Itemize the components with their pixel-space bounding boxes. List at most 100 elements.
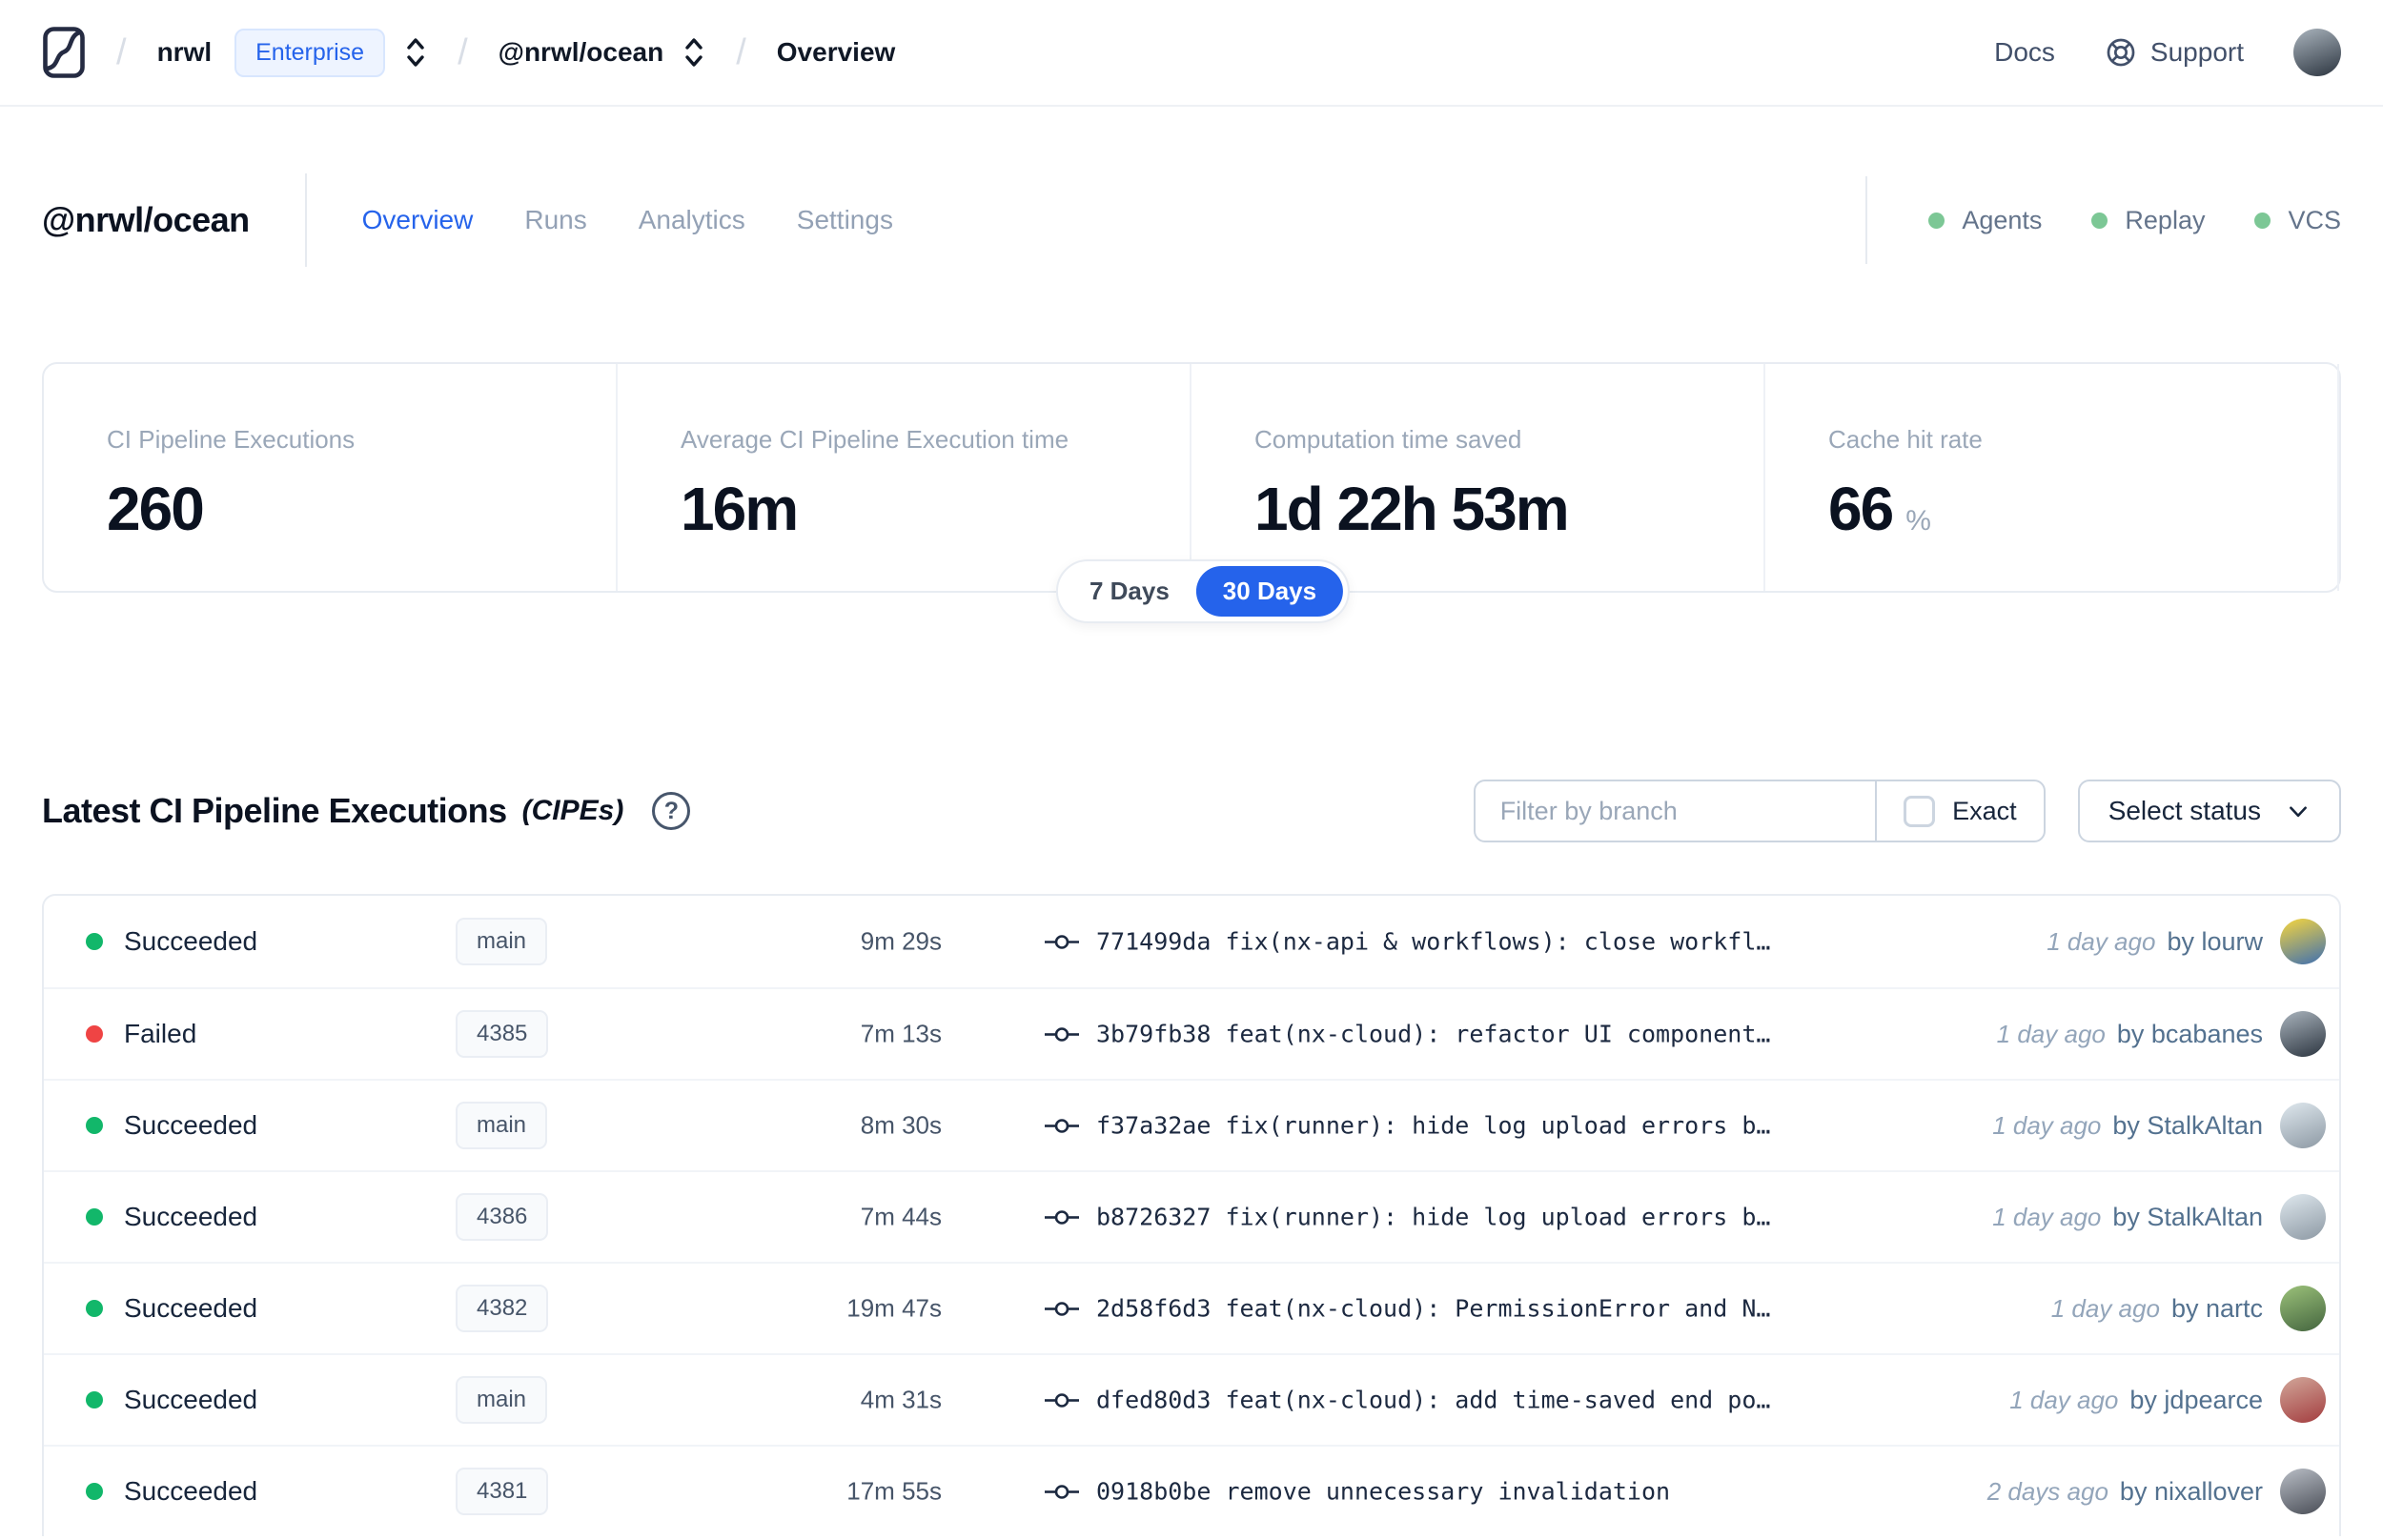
commit-text: dfed80d3 feat(nx-cloud): add time-saved …	[1096, 1387, 1770, 1414]
commit-message: feat(nx-cloud): refactor UI component…	[1225, 1020, 1771, 1048]
status-label: Succeeded	[124, 1476, 258, 1506]
status-label: Succeeded	[124, 1110, 258, 1140]
range-30-days-button[interactable]: 30 Days	[1195, 566, 1344, 617]
table-row[interactable]: Succeeded main 9m 29s 771499da fix(nx-ap…	[44, 896, 2339, 987]
feature-label: VCS	[2288, 205, 2341, 234]
green-dot-icon	[2254, 212, 2271, 229]
commit-icon	[1045, 1392, 1079, 1408]
time-ago: 1 day ago	[1992, 1110, 2102, 1140]
commit-author: by nartc	[2170, 1293, 2263, 1323]
avatar	[2280, 1103, 2326, 1148]
workspace-header: @nrwl/ocean Overview Runs Analytics Sett…	[0, 173, 2383, 267]
time-ago: 1 day ago	[2050, 1293, 2160, 1323]
status-label: Succeeded	[124, 1385, 258, 1414]
breadcrumb-page: Overview	[776, 37, 896, 67]
range-7-days-button[interactable]: 7 Days	[1063, 566, 1196, 617]
commit-icon	[1045, 1026, 1079, 1042]
avatar	[2280, 1194, 2326, 1240]
exact-label: Exact	[1952, 796, 2017, 825]
stat-cache-hit-rate: Cache hit rate 66%	[1765, 364, 2339, 591]
status-label: Succeeded	[124, 926, 258, 956]
time-ago: 2 days ago	[1986, 1476, 2108, 1506]
tab-overview[interactable]: Overview	[362, 205, 474, 235]
select-status-label: Select status	[2108, 796, 2261, 825]
table-row[interactable]: Succeeded main 4m 31s dfed80d3 feat(nx-c…	[44, 1353, 2339, 1445]
status-dot-icon	[86, 1483, 103, 1500]
branch-filter-input[interactable]	[1475, 796, 1876, 826]
status-label: Failed	[124, 1019, 197, 1048]
workspace-switcher-chevron-icon[interactable]	[682, 34, 705, 71]
cipe-section-title: Latest CI Pipeline Executions	[42, 791, 507, 830]
cipe-table: Succeeded main 9m 29s 771499da fix(nx-ap…	[42, 894, 2341, 1536]
feature-label: Agents	[1962, 205, 2043, 234]
org-switcher-chevron-icon[interactable]	[404, 34, 427, 71]
docs-link[interactable]: Docs	[1994, 37, 2055, 68]
time-ago: 1 day ago	[2047, 926, 2156, 956]
branch-chip[interactable]: 4385	[456, 1010, 549, 1058]
commit-message: feat(nx-cloud): PermissionError and N…	[1225, 1294, 1771, 1323]
divider	[1865, 176, 1868, 264]
feature-agents: Agents	[1928, 206, 2042, 235]
tab-runs[interactable]: Runs	[524, 205, 586, 235]
status-dot-icon	[86, 933, 103, 950]
commit-message: feat(nx-cloud): add time-saved end po…	[1225, 1386, 1771, 1414]
table-row[interactable]: Succeeded 4381 17m 55s 0918b0be remove u…	[44, 1445, 2339, 1536]
duration: 7m 44s	[860, 1202, 942, 1231]
commit-author: by nixallover	[2119, 1476, 2263, 1506]
stat-value: 1d 22h 53m	[1254, 475, 1570, 543]
status-dot-icon	[86, 1300, 103, 1317]
commit-author: by StalkAltan	[2112, 1202, 2263, 1231]
cipe-filter-controls: Exact Select status	[1473, 780, 2341, 842]
commit-author: by StalkAltan	[2112, 1110, 2263, 1140]
branch-chip[interactable]: 4381	[456, 1468, 549, 1515]
tab-settings[interactable]: Settings	[797, 205, 893, 235]
table-row[interactable]: Succeeded 4386 7m 44s b8726327 fix(runne…	[44, 1170, 2339, 1262]
duration: 7m 13s	[860, 1019, 942, 1048]
branch-chip[interactable]: 4382	[456, 1285, 549, 1332]
table-row[interactable]: Succeeded 4382 19m 47s 2d58f6d3 feat(nx-…	[44, 1262, 2339, 1353]
green-dot-icon	[2091, 212, 2108, 229]
status-dot-icon	[86, 1391, 103, 1408]
commit-author: by jdpearce	[2129, 1385, 2263, 1414]
table-row[interactable]: Failed 4385 7m 13s 3b79fb38 feat(nx-clou…	[44, 987, 2339, 1079]
branch-chip[interactable]: main	[456, 1102, 548, 1149]
commit-text: 0918b0be remove unnecessary invalidation	[1096, 1478, 1670, 1506]
commit-icon	[1045, 1301, 1079, 1316]
commit-hash: 0918b0be	[1096, 1477, 1212, 1506]
status-label: Succeeded	[124, 1293, 258, 1323]
status-label: Succeeded	[124, 1202, 258, 1231]
table-row[interactable]: Succeeded main 8m 30s f37a32ae fix(runne…	[44, 1079, 2339, 1170]
tab-analytics[interactable]: Analytics	[639, 205, 745, 235]
help-icon[interactable]: ?	[652, 792, 691, 830]
status-dot-icon	[86, 1025, 103, 1043]
breadcrumb-workspace[interactable]: @nrwl/ocean	[499, 37, 664, 68]
commit-message: remove unnecessary invalidation	[1225, 1477, 1671, 1506]
stat-label: Computation time saved	[1254, 425, 1522, 454]
time-ago: 1 day ago	[1992, 1202, 2102, 1231]
top-navbar: / nrwl Enterprise / @nrwl/ocean / Overvi…	[0, 0, 2383, 107]
workspace-title: @nrwl/ocean	[42, 200, 250, 239]
nx-cloud-logo-icon[interactable]	[42, 26, 86, 79]
exact-toggle[interactable]: Exact	[1877, 795, 2044, 827]
commit-hash: 3b79fb38	[1096, 1020, 1212, 1048]
user-avatar[interactable]	[2293, 29, 2341, 76]
avatar	[2280, 1469, 2326, 1514]
commit-hash: b8726327	[1096, 1203, 1212, 1231]
status-dot-icon	[86, 1117, 103, 1134]
stat-value: 66	[1828, 475, 1894, 543]
branch-filter-group: Exact	[1473, 780, 2046, 842]
exact-checkbox[interactable]	[1904, 795, 1936, 827]
feature-vcs: VCS	[2254, 206, 2341, 235]
branch-chip[interactable]: main	[456, 918, 548, 965]
stat-value: 16m	[681, 475, 799, 543]
breadcrumb-separator: /	[736, 31, 746, 72]
branch-chip[interactable]: 4386	[456, 1193, 549, 1241]
commit-message: fix(nx-api & workflows): close workfl…	[1225, 927, 1771, 956]
commit-icon	[1045, 1484, 1079, 1499]
breadcrumb-org[interactable]: nrwl	[157, 37, 213, 68]
branch-chip[interactable]: main	[456, 1376, 548, 1424]
support-link[interactable]: Support	[2105, 36, 2244, 69]
duration: 8m 30s	[860, 1110, 942, 1140]
select-status-dropdown[interactable]: Select status	[2077, 780, 2341, 842]
stat-value: 260	[107, 475, 205, 543]
